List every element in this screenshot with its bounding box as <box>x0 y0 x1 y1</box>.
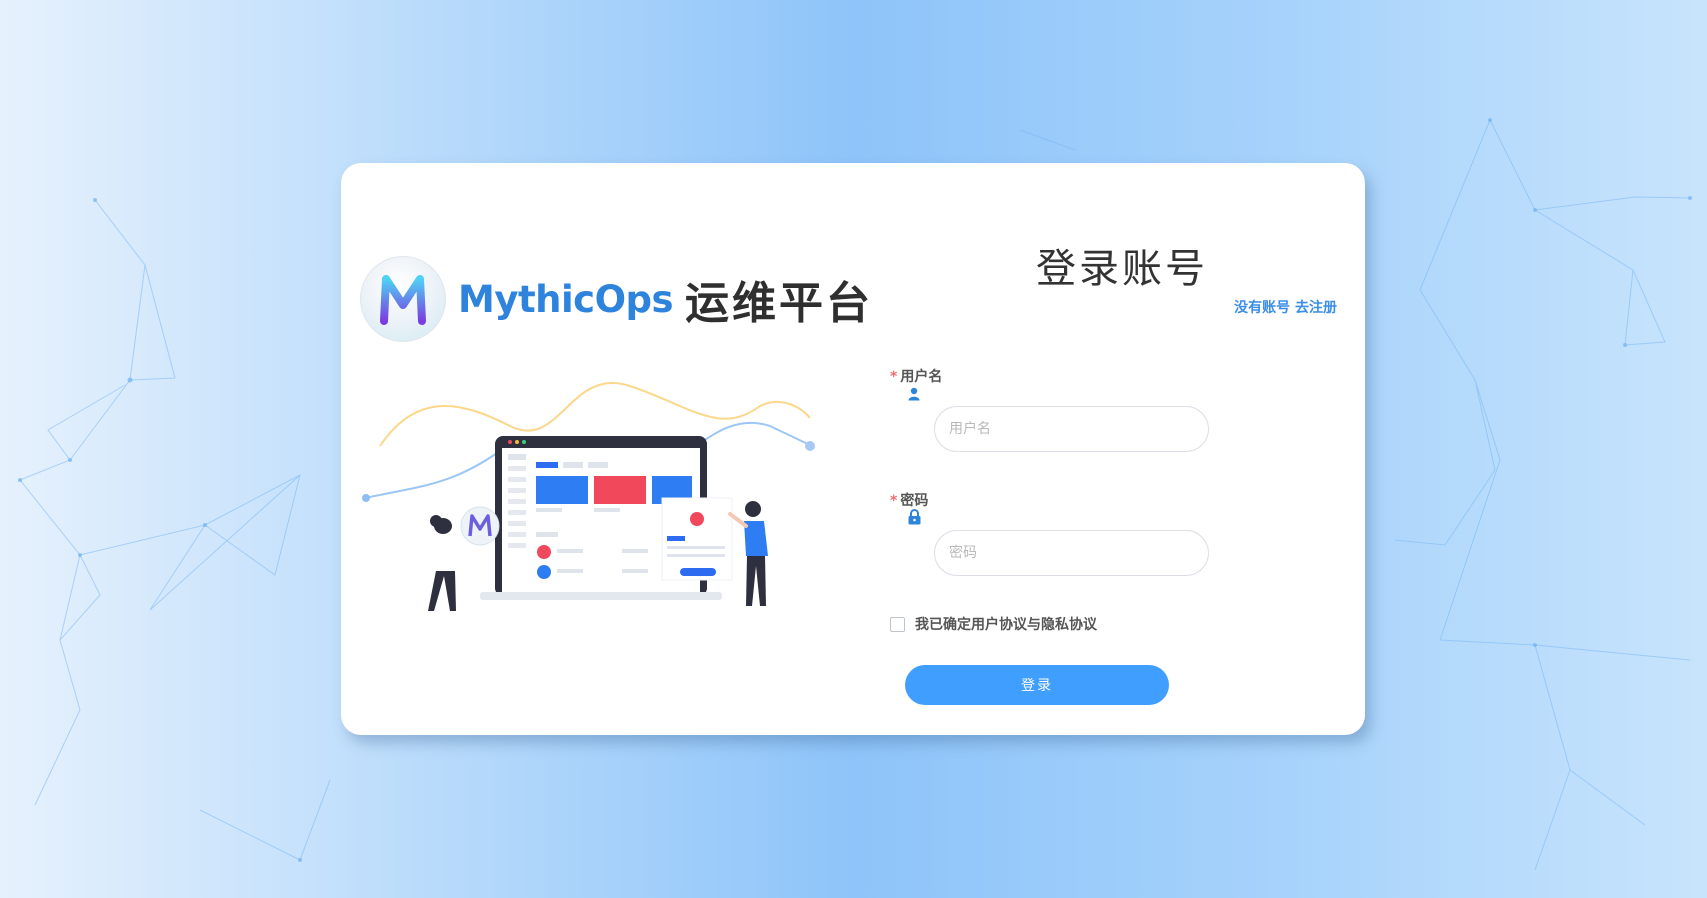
login-button[interactable]: 登录 <box>905 665 1169 705</box>
brand-name: MythicOps <box>458 277 674 321</box>
lock-icon <box>906 508 922 526</box>
password-label: * 密码 <box>890 490 928 510</box>
brand-title: 运维平台 <box>685 278 874 329</box>
required-mark: * <box>890 493 898 509</box>
m-logo-icon <box>380 275 426 325</box>
agreement-text: 我已确定用户协议与隐私协议 <box>915 617 1097 633</box>
username-label: * 用户名 <box>890 366 942 386</box>
agreement-checkbox[interactable] <box>890 616 905 632</box>
brand-logo <box>360 256 446 342</box>
agreement-row[interactable]: 我已确定用户协议与隐私协议 <box>890 614 1097 634</box>
login-title: 登录账号 <box>1036 246 1208 292</box>
password-label-text: 密码 <box>900 493 929 509</box>
username-input[interactable] <box>934 406 1209 452</box>
required-mark: * <box>890 369 898 385</box>
username-label-text: 用户名 <box>900 369 943 385</box>
register-link[interactable]: 没有账号 去注册 <box>1234 297 1337 317</box>
user-icon <box>906 385 922 403</box>
password-input[interactable] <box>934 530 1209 576</box>
login-card: MythicOps 运维平台 登录账号 没有账号 去注册 * 用户名 用户名 *… <box>341 163 1365 735</box>
brand-header: MythicOps 运维平台 <box>360 256 873 342</box>
dashboard-illustration <box>362 382 815 611</box>
